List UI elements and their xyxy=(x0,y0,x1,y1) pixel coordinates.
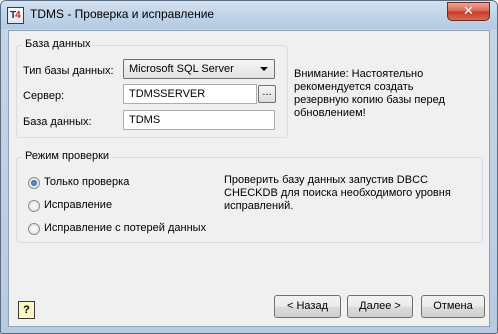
db-type-label: Тип базы данных: xyxy=(23,65,114,77)
database-group-title: База данных xyxy=(23,38,93,50)
back-button-label: < Назад xyxy=(287,300,328,312)
db-type-select[interactable]: Microsoft SQL Server xyxy=(123,59,275,79)
tdms-app-icon: T4 xyxy=(7,7,24,24)
database-input[interactable]: TDMS xyxy=(123,110,275,130)
app-icon-digit: 4 xyxy=(15,10,21,21)
close-icon: ✕ xyxy=(463,4,474,19)
check-mode-group-title: Режим проверки xyxy=(23,150,112,162)
server-value: TDMSSERVER xyxy=(129,88,206,100)
title-bar[interactable]: T4 TDMS - Проверка и исправление ✕ xyxy=(1,1,497,29)
database-label: База данных: xyxy=(23,116,92,128)
backup-warning-text: Внимание: Настоятельно рекомендуется соз… xyxy=(294,68,445,119)
server-label: Сервер: xyxy=(23,90,65,102)
cancel-button[interactable]: Отмена xyxy=(421,295,485,318)
cancel-button-label: Отмена xyxy=(433,300,473,312)
help-button[interactable]: ? xyxy=(18,301,35,319)
radio-check-only-label: Только проверка xyxy=(44,176,130,188)
browse-server-button[interactable]: ... xyxy=(258,85,276,103)
radio-repair-data-loss-label: Исправление с потерей данных xyxy=(44,222,207,234)
chevron-down-icon xyxy=(260,67,268,71)
close-button[interactable]: ✕ xyxy=(447,2,490,21)
server-input[interactable]: TDMSSERVER xyxy=(123,84,257,104)
database-value: TDMS xyxy=(129,114,161,126)
next-button[interactable]: Далее > xyxy=(347,295,413,318)
dialog-window: T4 TDMS - Проверка и исправление ✕ База … xyxy=(0,0,498,334)
window-title: TDMS - Проверка и исправление xyxy=(30,7,215,21)
db-type-value: Microsoft SQL Server xyxy=(129,63,234,75)
dialog-client-area: База данных Тип базы данных: Microsoft S… xyxy=(8,30,490,327)
radio-unselected-icon[interactable] xyxy=(28,223,40,235)
ellipsis-icon: ... xyxy=(262,86,272,98)
radio-unselected-icon[interactable] xyxy=(28,200,40,212)
next-button-label: Далее > xyxy=(359,300,401,312)
radio-repair-label: Исправление xyxy=(44,199,113,211)
question-icon: ? xyxy=(23,304,30,316)
radio-selected-icon[interactable] xyxy=(28,177,40,189)
back-button[interactable]: < Назад xyxy=(274,295,341,318)
check-mode-description: Проверить базу данных запустив DBCC CHEC… xyxy=(224,174,451,212)
